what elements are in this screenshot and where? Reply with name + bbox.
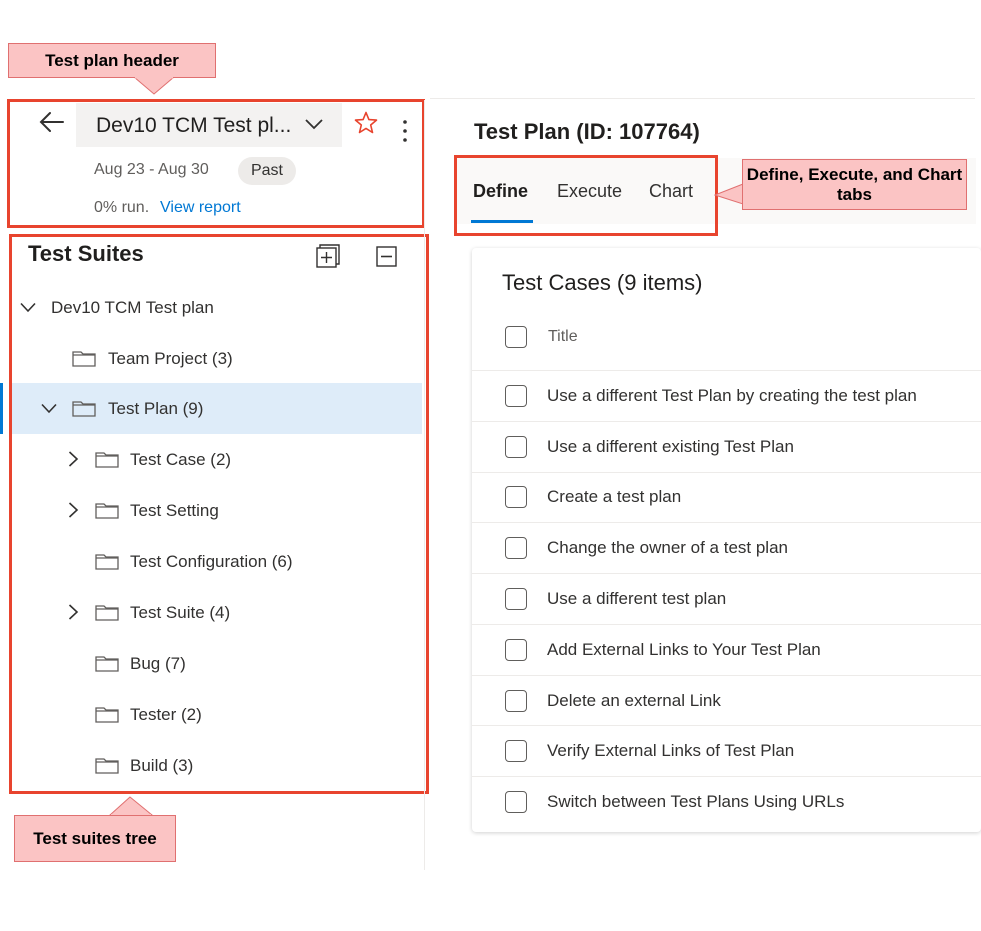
back-arrow-icon[interactable] (38, 110, 66, 134)
row-checkbox[interactable] (505, 385, 527, 407)
row-checkbox[interactable] (505, 588, 527, 610)
tree-callout-pointer (108, 796, 154, 816)
test-case-title[interactable]: Verify External Links of Test Plan (547, 741, 794, 761)
tree-item-test-suite[interactable]: Test Suite (4) (12, 587, 422, 638)
chevron-down-icon[interactable] (41, 403, 57, 414)
folder-icon (72, 351, 96, 367)
plan-name[interactable]: Dev10 TCM Test pl... (96, 114, 291, 138)
tree-item-label: Team Project (3) (108, 348, 233, 368)
row-checkbox[interactable] (505, 436, 527, 458)
tabs-callout-pointer (714, 183, 744, 205)
expand-all-icon[interactable] (316, 244, 340, 268)
chevron-right-icon[interactable] (68, 502, 79, 518)
folder-icon (95, 452, 119, 468)
folder-icon (95, 503, 119, 519)
top-divider (430, 98, 975, 99)
panel-divider (424, 100, 425, 870)
tabs-callout-text: Define, Execute, and Chart tabs (746, 164, 963, 204)
tab-define[interactable]: Define (473, 181, 528, 202)
collapse-all-icon[interactable] (376, 246, 398, 268)
column-header-title[interactable]: Title (548, 328, 578, 346)
test-cases-heading: Test Cases (9 items) (502, 270, 703, 295)
row-checkbox[interactable] (505, 537, 527, 559)
tree-item-test-case[interactable]: Test Case (2) (12, 434, 422, 485)
row-checkbox[interactable] (505, 690, 527, 712)
tree-item-team-project[interactable]: Team Project (3) (12, 333, 422, 384)
suites-heading: Test Suites (28, 241, 144, 266)
folder-icon (72, 401, 96, 417)
tree-item-test-plan[interactable]: Test Plan (9) (12, 383, 422, 434)
tree-item-bug[interactable]: Bug (7) (12, 638, 422, 689)
tree-item-label: Test Setting (130, 500, 219, 520)
tree-item-tester[interactable]: Tester (2) (12, 689, 422, 740)
header-callout-pointer (133, 77, 175, 95)
folder-icon (95, 656, 119, 672)
row-checkbox[interactable] (505, 740, 527, 762)
folder-icon (95, 554, 119, 570)
chevron-down-icon[interactable] (305, 118, 323, 130)
tabs-callout: Define, Execute, and Chart tabs (742, 159, 967, 210)
tree-item-label: Tester (2) (130, 704, 202, 724)
tree-callout-text: Test suites tree (33, 828, 157, 848)
chevron-right-icon[interactable] (68, 451, 79, 467)
favorite-star-icon[interactable] (354, 111, 378, 135)
tree-item-test-setting[interactable]: Test Setting (12, 485, 422, 536)
selection-indicator (0, 383, 3, 434)
test-case-title[interactable]: Add External Links to Your Test Plan (547, 640, 821, 660)
tab-chart[interactable]: Chart (649, 181, 693, 202)
row-checkbox[interactable] (505, 486, 527, 508)
active-tab-underline (471, 220, 533, 223)
tree-item-build[interactable]: Build (3) (12, 740, 422, 791)
folder-icon (95, 758, 119, 774)
row-checkbox[interactable] (505, 791, 527, 813)
test-case-title[interactable]: Change the owner of a test plan (547, 538, 788, 558)
tree-item-label: Bug (7) (130, 653, 186, 673)
folder-icon (95, 707, 119, 723)
chevron-right-icon[interactable] (68, 604, 79, 620)
page-title: Test Plan (ID: 107764) (474, 119, 700, 144)
test-case-title[interactable]: Switch between Test Plans Using URLs (547, 792, 844, 812)
test-case-title[interactable]: Create a test plan (547, 487, 681, 507)
tree-item-label: Dev10 TCM Test plan (51, 297, 214, 317)
tree-item-label: Test Case (2) (130, 449, 232, 469)
tree-item-root[interactable]: Dev10 TCM Test plan (12, 282, 422, 333)
tree-item-label: Test Configuration (6) (130, 551, 293, 571)
tab-execute[interactable]: Execute (557, 181, 622, 202)
tree-item-label: Test Plan (9) (108, 398, 204, 418)
folder-icon (95, 605, 119, 621)
test-case-title[interactable]: Use a different test plan (547, 589, 726, 609)
tree-callout: Test suites tree (14, 815, 176, 862)
test-case-title[interactable]: Use a different Test Plan by creating th… (547, 386, 917, 406)
tree-item-test-configuration[interactable]: Test Configuration (6) (12, 536, 422, 587)
header-callout-text: Test plan header (45, 50, 179, 70)
run-percent: 0% run. (94, 199, 150, 216)
status-badge: Past (238, 157, 296, 185)
tree-item-label: Test Suite (4) (130, 602, 231, 622)
test-case-title[interactable]: Delete an external Link (547, 691, 721, 711)
row-checkbox[interactable] (505, 639, 527, 661)
chevron-down-icon[interactable] (20, 302, 36, 313)
tree-item-label: Build (3) (130, 755, 194, 775)
more-options-icon[interactable] (400, 118, 410, 144)
test-case-title[interactable]: Use a different existing Test Plan (547, 437, 794, 457)
header-callout: Test plan header (8, 43, 216, 78)
view-report-link[interactable]: View report (160, 199, 241, 217)
select-all-checkbox[interactable] (505, 326, 527, 348)
date-range: Aug 23 - Aug 30 (94, 161, 209, 178)
